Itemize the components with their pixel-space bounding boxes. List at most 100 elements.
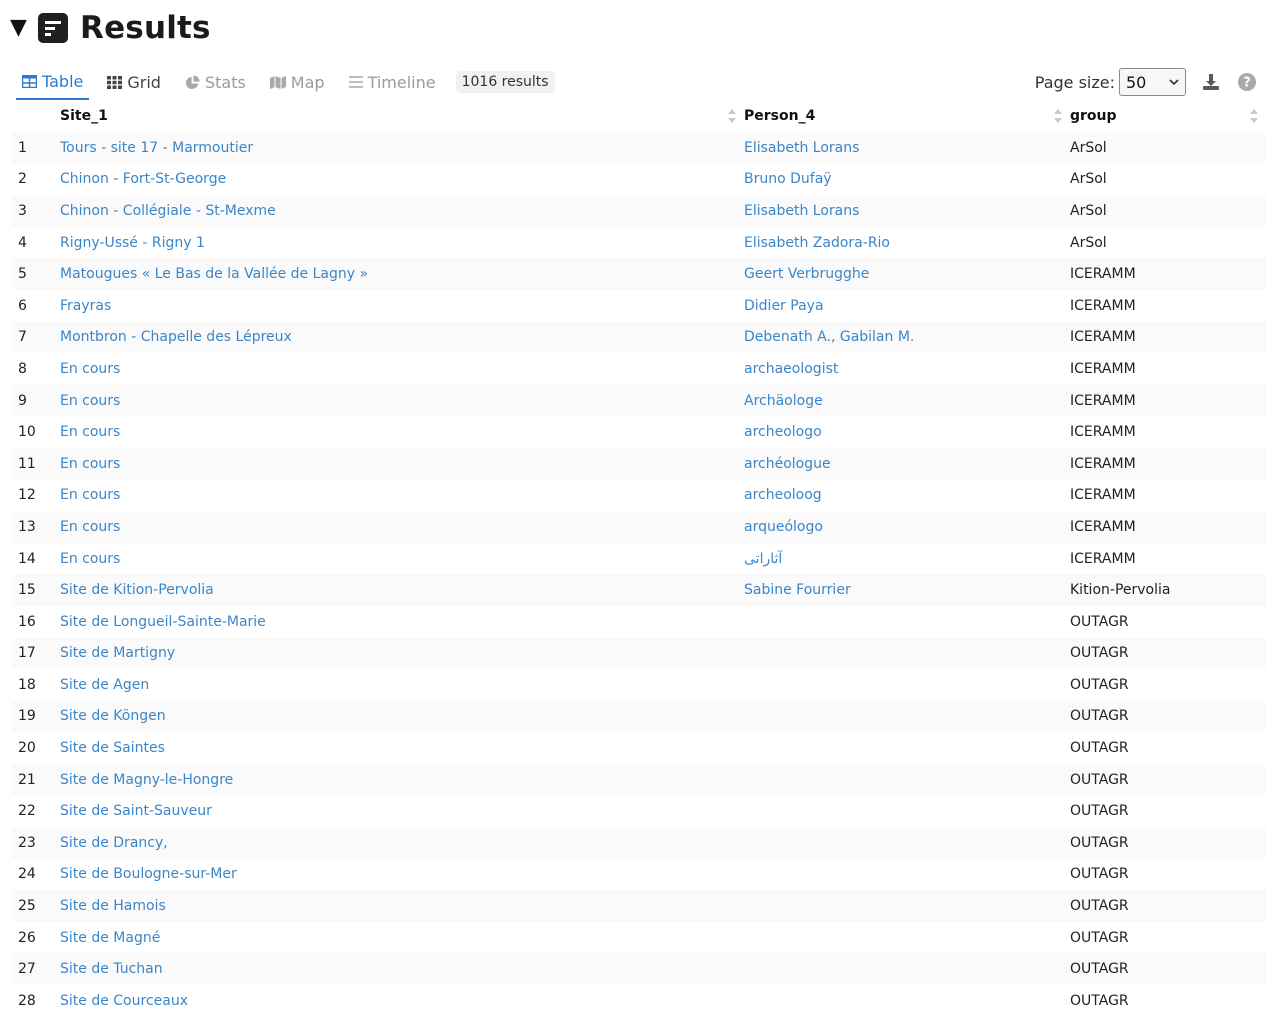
site-link[interactable]: Site de Köngen xyxy=(60,708,166,724)
person-link[interactable]: archaeologist xyxy=(744,361,838,377)
person-link[interactable]: arqueólogo xyxy=(744,519,823,535)
tab-map[interactable]: Map xyxy=(264,64,331,100)
site-link[interactable]: Montbron - Chapelle des Lépreux xyxy=(60,329,292,345)
site-link[interactable]: Site de Agen xyxy=(60,677,149,693)
site-link[interactable]: Chinon - Fort-St-George xyxy=(60,171,226,187)
column-header-person[interactable]: Person_4 xyxy=(744,100,1070,132)
site-cell: Site de Saintes xyxy=(60,732,744,764)
column-header-site[interactable]: Site_1 xyxy=(60,100,744,132)
tab-table[interactable]: Table xyxy=(16,64,90,100)
site-link[interactable]: En cours xyxy=(60,361,120,377)
group-cell: OUTAGR xyxy=(1070,613,1129,630)
site-cell: Site de Kition-Pervolia xyxy=(60,574,744,606)
site-link[interactable]: Matougues « Le Bas de la Vallée de Lagny… xyxy=(60,266,368,282)
row-index: 4 xyxy=(18,234,27,251)
site-link[interactable]: En cours xyxy=(60,393,120,409)
site-cell: Montbron - Chapelle des Lépreux xyxy=(60,322,744,354)
site-link[interactable]: Site de Saint-Sauveur xyxy=(60,803,212,819)
site-link[interactable]: Site de Martigny xyxy=(60,645,175,661)
table-row: 21 Site de Magny-le-Hongre OUTAGR xyxy=(12,763,1266,796)
group-cell: ArSol xyxy=(1070,171,1107,188)
help-button[interactable]: ? xyxy=(1236,71,1258,93)
site-cell: En cours xyxy=(60,416,744,448)
site-cell: Chinon - Fort-St-George xyxy=(60,164,744,196)
table-row: 7 Montbron - Chapelle des Lépreux Debenath… xyxy=(12,321,1266,354)
person-link[interactable]: آثاراتی xyxy=(744,551,782,567)
site-link[interactable]: En cours xyxy=(60,519,120,535)
collapse-triangle-icon[interactable]: ▼ xyxy=(10,17,30,39)
site-cell: En cours xyxy=(60,480,744,512)
page-size-select[interactable]: 50 xyxy=(1119,68,1186,96)
table-row: 20 Site de Saintes OUTAGR xyxy=(12,732,1266,764)
list-lines-icon xyxy=(348,76,363,88)
site-link[interactable]: Site de Boulogne-sur-Mer xyxy=(60,866,237,882)
site-link[interactable]: Chinon - Collégiale - St-Mexme xyxy=(60,203,276,219)
site-link[interactable]: En cours xyxy=(60,424,120,440)
person-cell: Sabine Fourrier xyxy=(744,574,1070,606)
site-link[interactable]: Site de Magny-le-Hongre xyxy=(60,772,233,788)
site-cell: En cours xyxy=(60,353,744,385)
group-cell: OUTAGR xyxy=(1070,708,1129,725)
table-row: 1 Tours - site 17 - Marmoutier Elisabeth L… xyxy=(12,132,1266,164)
group-cell: OUTAGR xyxy=(1070,961,1129,978)
site-cell: Site de Magny-le-Hongre xyxy=(60,764,744,796)
person-link[interactable]: Elisabeth Lorans xyxy=(744,203,859,219)
site-link[interactable]: Site de Hamois xyxy=(60,898,166,914)
person-link[interactable]: archeoloog xyxy=(744,487,822,503)
table-row: 26 Site de Magné OUTAGR xyxy=(12,922,1266,954)
person-link[interactable]: archeologo xyxy=(744,424,822,440)
site-cell: En cours xyxy=(60,511,744,543)
group-cell: ICERAMM xyxy=(1070,455,1136,472)
svg-text:?: ? xyxy=(1243,76,1251,91)
download-icon xyxy=(1203,74,1219,90)
site-link[interactable]: Site de Tuchan xyxy=(60,961,163,977)
person-cell xyxy=(744,701,1070,733)
site-link[interactable]: Site de Drancy, xyxy=(60,835,168,851)
site-link[interactable]: En cours xyxy=(60,456,120,472)
site-link[interactable]: Rigny-Ussé - Rigny 1 xyxy=(60,235,205,251)
person-link[interactable]: Sabine Fourrier xyxy=(744,582,851,598)
person-cell: آثاراتی xyxy=(744,543,1070,575)
table-toolbar: Page size: 50 ? xyxy=(1035,68,1258,96)
person-cell xyxy=(744,985,1070,1017)
person-link[interactable]: Didier Paya xyxy=(744,298,824,314)
table-row: 25 Site de Hamois OUTAGR xyxy=(12,890,1266,922)
site-link[interactable]: Site de Magné xyxy=(60,930,160,946)
person-cell xyxy=(744,922,1070,954)
person-link[interactable]: Elisabeth Lorans xyxy=(744,140,859,156)
site-link[interactable]: En cours xyxy=(60,551,120,567)
tab-timeline[interactable]: Timeline xyxy=(343,64,442,100)
column-header-group[interactable]: group xyxy=(1070,100,1266,132)
site-link[interactable]: Site de Courceaux xyxy=(60,993,188,1009)
group-cell: OUTAGR xyxy=(1070,676,1129,693)
tab-grid[interactable]: Grid xyxy=(101,64,167,100)
row-index: 16 xyxy=(18,613,36,630)
column-header-site-label: Site_1 xyxy=(60,108,108,124)
site-link[interactable]: Site de Longueil-Sainte-Marie xyxy=(60,614,266,630)
row-index: 7 xyxy=(18,329,27,346)
results-header: ▼ Results xyxy=(10,8,211,48)
site-link[interactable]: Frayras xyxy=(60,298,111,314)
person-cell: Debenath A., Gabilan M. xyxy=(744,322,1070,354)
row-index: 3 xyxy=(18,202,27,219)
person-cell xyxy=(744,859,1070,891)
column-header-group-label: group xyxy=(1070,108,1117,124)
site-link[interactable]: Site de Saintes xyxy=(60,740,165,756)
person-link[interactable]: Bruno Dufaÿ xyxy=(744,171,832,187)
site-link[interactable]: Site de Kition-Pervolia xyxy=(60,582,214,598)
table-row: 23 Site de Drancy, OUTAGR xyxy=(12,827,1266,859)
sort-icon xyxy=(1250,109,1258,123)
download-button[interactable] xyxy=(1200,71,1222,93)
tab-stats[interactable]: Stats xyxy=(179,64,252,100)
site-link[interactable]: En cours xyxy=(60,487,120,503)
group-cell: OUTAGR xyxy=(1070,834,1129,851)
row-index: 21 xyxy=(18,771,36,788)
person-link[interactable]: Debenath A., Gabilan M. xyxy=(744,329,914,345)
person-link[interactable]: Geert Verbrugghe xyxy=(744,266,869,282)
person-cell: archeoloog xyxy=(744,480,1070,512)
site-link[interactable]: Tours - site 17 - Marmoutier xyxy=(60,140,253,156)
site-cell: Chinon - Collégiale - St-Mexme xyxy=(60,195,744,227)
person-link[interactable]: archéologue xyxy=(744,456,831,472)
person-link[interactable]: Archäologe xyxy=(744,393,823,409)
person-link[interactable]: Elisabeth Zadora-Rio xyxy=(744,235,890,251)
